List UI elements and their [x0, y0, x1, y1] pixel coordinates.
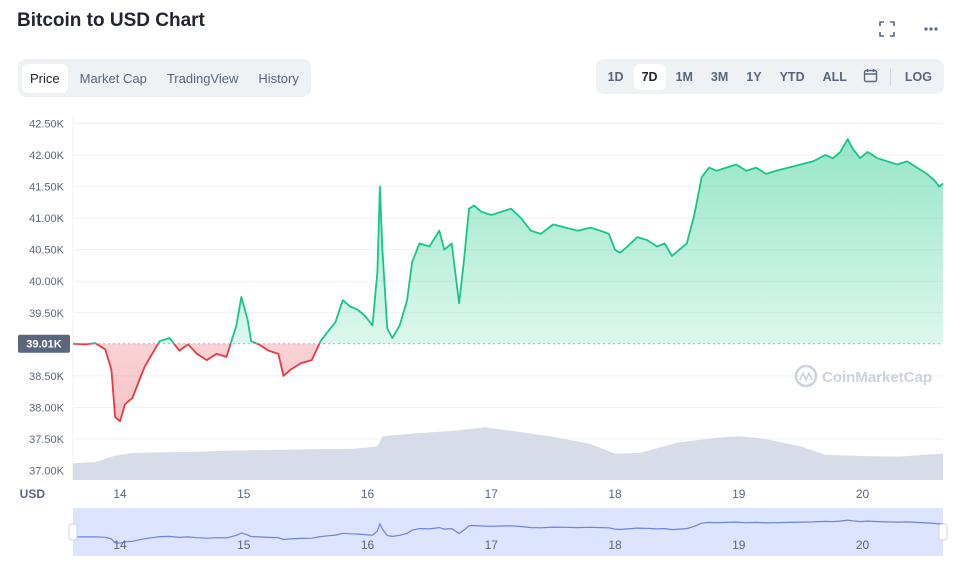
- y-tick-label: 38.50K: [29, 371, 65, 383]
- range-1m[interactable]: 1M: [668, 64, 701, 90]
- navigator-tick-label: 20: [856, 538, 870, 552]
- navigator-tick-label: 15: [237, 538, 251, 552]
- range-all[interactable]: ALL: [815, 64, 855, 90]
- current-price-badge: 39.01K: [18, 334, 70, 353]
- navigator-tick-label: 16: [361, 538, 375, 552]
- y-tick-label: 41.50K: [29, 182, 65, 194]
- navigator-tick-label: 19: [732, 538, 746, 552]
- y-tick-label: 41.00K: [29, 213, 65, 225]
- current-price-label: 39.01K: [26, 339, 62, 351]
- x-tick-label: 18: [608, 487, 622, 501]
- x-axis-labels: 14 15 16 17 18 19 20: [113, 487, 869, 501]
- y-tick-label: 37.00K: [29, 466, 65, 478]
- page-title: Bitcoin to USD Chart: [17, 10, 205, 31]
- range-ytd[interactable]: YTD: [772, 64, 813, 90]
- x-tick-label: 19: [732, 487, 746, 501]
- price-chart[interactable]: 42.50K 42.00K 41.50K 41.00K 40.50K 40.00K 39.5…: [0, 100, 960, 569]
- price-fill: [73, 139, 943, 422]
- more-options-icon[interactable]: [920, 18, 942, 40]
- x-tick-label: 15: [237, 487, 251, 501]
- tab-history[interactable]: History: [250, 64, 306, 93]
- volume-shape: [73, 427, 943, 480]
- calendar-icon[interactable]: [857, 62, 884, 92]
- y-tick-label: 40.50K: [29, 245, 65, 257]
- y-axis-labels: 42.50K 42.00K 41.50K 41.00K 40.50K 40.00K 39.5…: [29, 118, 65, 477]
- y-tick-label: 37.50K: [29, 434, 65, 446]
- y-tick-label: 39.50K: [29, 308, 65, 320]
- watermark-text: CoinMarketCap: [822, 369, 932, 386]
- time-range-selector: 1D 7D 1M 3M 1Y YTD ALL LOG: [595, 59, 944, 94]
- navigator-handle-left[interactable]: [68, 523, 78, 541]
- tab-market-cap[interactable]: Market Cap: [72, 64, 155, 93]
- y-tick-label: 40.00K: [29, 276, 65, 288]
- tab-tradingview[interactable]: TradingView: [159, 64, 247, 93]
- x-tick-label: 16: [361, 487, 375, 501]
- y-tick-label: 42.00K: [29, 150, 65, 162]
- range-navigator[interactable]: 14 15 16 17 18 19 20: [68, 508, 948, 556]
- navigator-tick-label: 18: [608, 538, 622, 552]
- watermark: CoinMarketCap: [794, 364, 932, 388]
- range-1y[interactable]: 1Y: [738, 64, 769, 90]
- range-log[interactable]: LOG: [897, 64, 940, 90]
- tab-price[interactable]: Price: [22, 63, 68, 93]
- range-3m[interactable]: 3M: [703, 64, 736, 90]
- navigator-background: [73, 508, 943, 556]
- navigator-tick-label: 17: [485, 538, 499, 552]
- navigator-tick-label: 14: [113, 538, 127, 552]
- y-tick-label: 42.50K: [29, 118, 65, 130]
- chart-type-tabs: Price Market Cap TradingView History: [18, 59, 311, 97]
- x-tick-label: 17: [485, 487, 499, 501]
- navigator-handle-right[interactable]: [938, 523, 948, 541]
- volume-area: [73, 427, 943, 480]
- range-1d[interactable]: 1D: [600, 64, 632, 90]
- y-tick-label: 38.00K: [29, 402, 65, 414]
- currency-label: USD: [20, 487, 46, 501]
- price-fill-up: [90, 139, 943, 344]
- top-icons: [876, 18, 942, 40]
- fullscreen-icon[interactable]: [876, 18, 898, 40]
- range-separator: [889, 67, 891, 86]
- x-tick-label: 14: [113, 487, 127, 501]
- x-tick-label: 20: [856, 487, 870, 501]
- range-7d[interactable]: 7D: [633, 63, 666, 90]
